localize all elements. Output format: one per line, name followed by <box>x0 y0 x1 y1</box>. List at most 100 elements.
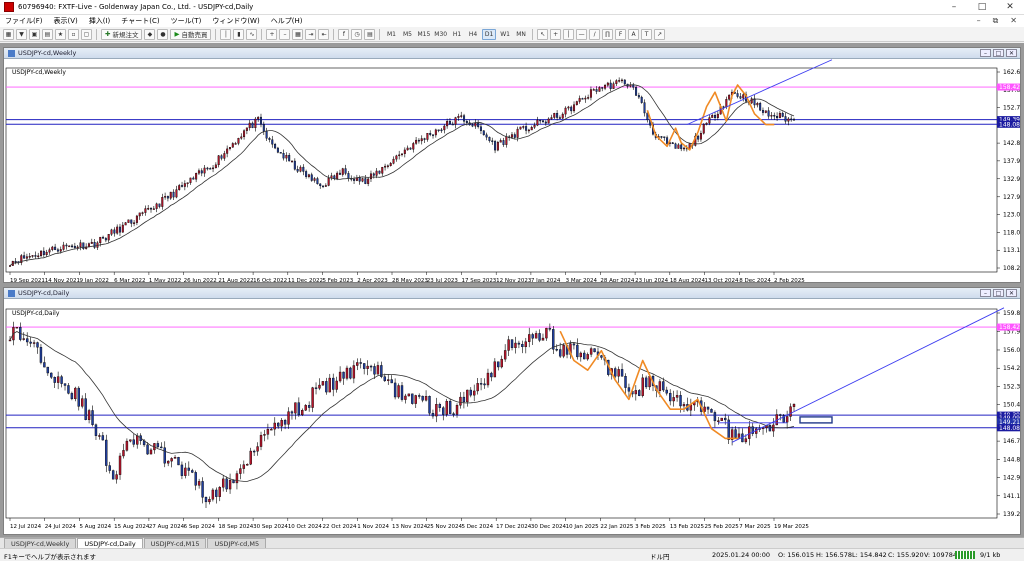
menu-chart[interactable]: チャート(C) <box>120 16 160 26</box>
bull-candle <box>725 99 728 108</box>
line-chart-icon[interactable]: ∿ <box>246 28 258 40</box>
profiles-icon[interactable]: ▼ <box>16 28 27 40</box>
bull-candle <box>152 208 155 210</box>
periods-icon[interactable]: ◷ <box>351 28 363 40</box>
minimize-icon[interactable]: – <box>940 0 968 14</box>
mdi-close-icon[interactable]: ✕ <box>1009 16 1018 26</box>
timeframe-m15[interactable]: M15 <box>416 29 431 40</box>
date-label: 10 Jan 2025 <box>566 524 599 530</box>
bear-candle <box>471 124 474 127</box>
bear-candle <box>448 121 451 125</box>
text-icon[interactable]: A <box>628 28 640 40</box>
trendline-icon[interactable]: ∕ <box>589 28 601 40</box>
timeframe-h1[interactable]: H1 <box>450 29 464 40</box>
daily-chart[interactable]: 159.870157.965156.075154.205152.335150.4… <box>4 299 1020 534</box>
menu-tools[interactable]: ツール(T) <box>170 16 203 26</box>
tab-usdjpy-m15[interactable]: USDJPY-cd,M15 <box>143 538 207 548</box>
price-label: 113.155 <box>1003 247 1020 254</box>
weekly-minimize-icon[interactable]: – <box>980 49 991 57</box>
bear-candle <box>39 347 43 363</box>
daily-chart-window[interactable]: USDJPY-cd,Daily –□✕ 159.870157.965156.07… <box>3 287 1021 535</box>
fibonacci-icon[interactable]: F <box>615 28 627 40</box>
timeframe-m1[interactable]: M1 <box>384 29 398 40</box>
bull-candle <box>699 133 702 140</box>
label-icon[interactable]: T <box>641 28 653 40</box>
bull-candle <box>366 365 369 369</box>
bear-candle <box>130 219 133 224</box>
timeframe-m5[interactable]: M5 <box>400 29 414 40</box>
menu-file[interactable]: ファイル(F) <box>4 16 44 26</box>
bar-chart-icon[interactable]: │ <box>220 28 232 40</box>
bear-candle <box>463 115 466 122</box>
signal-icon[interactable]: ● <box>157 28 169 40</box>
zoom-out-icon[interactable]: – <box>279 28 291 40</box>
tile-windows-icon[interactable]: ▦ <box>292 28 304 40</box>
metaeditor-icon[interactable]: ◆ <box>144 28 156 40</box>
bear-candle <box>194 472 197 486</box>
channel-icon[interactable]: ∏ <box>602 28 614 40</box>
arrows-icon[interactable]: ↗ <box>654 28 666 40</box>
bull-candle <box>99 236 102 244</box>
bear-candle <box>209 168 212 170</box>
weekly-chart-window[interactable]: USDJPY-cd,Weekly –□✕ 162.600157.670152.7… <box>3 47 1021 283</box>
timeframe-h4[interactable]: H4 <box>466 29 480 40</box>
templates-icon[interactable]: ▤ <box>364 28 376 40</box>
tab-usdjpy-daily[interactable]: USDJPY-cd,Daily <box>77 538 143 548</box>
bull-candle <box>51 246 54 250</box>
bull-candle <box>28 256 31 258</box>
weekly-close-icon[interactable]: ✕ <box>1006 49 1017 57</box>
bull-candle <box>184 467 187 476</box>
candlestick-icon[interactable]: ▮ <box>233 28 245 40</box>
new-order-button[interactable]: ✚ 新規注文 <box>101 28 143 40</box>
mdi-restore-icon[interactable]: ⧉ <box>992 16 1000 26</box>
chart-tabs: USDJPY-cd,Weekly USDJPY-cd,Daily USDJPY-… <box>0 537 1024 548</box>
navigator-icon[interactable]: ★ <box>55 28 66 40</box>
bear-candle <box>643 102 646 114</box>
bear-candle <box>71 245 74 248</box>
tab-usdjpy-weekly[interactable]: USDJPY-cd,Weekly <box>4 538 77 548</box>
auto-trade-button[interactable]: ▶ 自動売買 <box>170 28 212 40</box>
zoom-in-icon[interactable]: + <box>266 28 278 40</box>
bull-candle <box>212 167 215 170</box>
weekly-chart[interactable]: 162.600157.670152.740147.805142.875137.9… <box>4 59 1020 282</box>
bear-candle <box>378 170 381 174</box>
daily-close-icon[interactable]: ✕ <box>1006 289 1017 297</box>
menu-view[interactable]: 表示(V) <box>53 16 79 26</box>
price-label: 152.740 <box>1003 105 1020 112</box>
terminal-icon[interactable]: ▫ <box>68 28 79 40</box>
timeframe-w1[interactable]: W1 <box>498 29 512 40</box>
vertical-line-icon[interactable]: │ <box>563 28 575 40</box>
daily-maximize-icon[interactable]: □ <box>993 289 1004 297</box>
tab-usdjpy-m5[interactable]: USDJPY-cd,M5 <box>207 538 267 548</box>
bull-candle <box>789 406 792 417</box>
window-titlebar: 60796940: FXTF-Live - Goldenway Japan Co… <box>0 0 1024 15</box>
maximize-icon[interactable]: □ <box>968 0 996 14</box>
weekly-maximize-icon[interactable]: □ <box>993 49 1004 57</box>
timeframe-d1[interactable]: D1 <box>482 28 497 40</box>
timeframe-m30[interactable]: M30 <box>433 29 448 40</box>
menu-help[interactable]: ヘルプ(H) <box>270 16 304 26</box>
data-window-icon[interactable]: ▤ <box>42 28 53 40</box>
menu-insert[interactable]: 挿入(I) <box>88 16 112 26</box>
menu-window[interactable]: ウィンドウ(W) <box>211 16 260 26</box>
market-watch-icon[interactable]: ▣ <box>29 28 40 40</box>
horizontal-line-icon[interactable]: — <box>576 28 588 40</box>
date-label: 15 Aug 2024 <box>114 524 150 530</box>
close-icon[interactable]: ✕ <box>996 0 1024 14</box>
bear-candle <box>572 343 576 346</box>
tester-icon[interactable]: ▢ <box>81 28 92 40</box>
indicators-icon[interactable]: f <box>338 28 350 40</box>
chart-window-icon <box>8 289 15 297</box>
bull-candle <box>787 118 790 122</box>
autoscroll-icon[interactable]: ⇥ <box>305 28 317 40</box>
cursor-icon[interactable]: ↖ <box>537 28 549 40</box>
bull-candle <box>516 128 519 138</box>
chart-shift-icon[interactable]: ⇤ <box>318 28 330 40</box>
crosshair-icon[interactable]: + <box>550 28 562 40</box>
new-chart-icon[interactable]: ▦ <box>3 28 14 40</box>
bear-candle <box>411 393 414 404</box>
daily-minimize-icon[interactable]: – <box>980 289 991 297</box>
bear-candle <box>479 126 482 131</box>
mdi-minimize-icon[interactable]: – <box>976 16 982 26</box>
timeframe-mn[interactable]: MN <box>514 29 528 40</box>
